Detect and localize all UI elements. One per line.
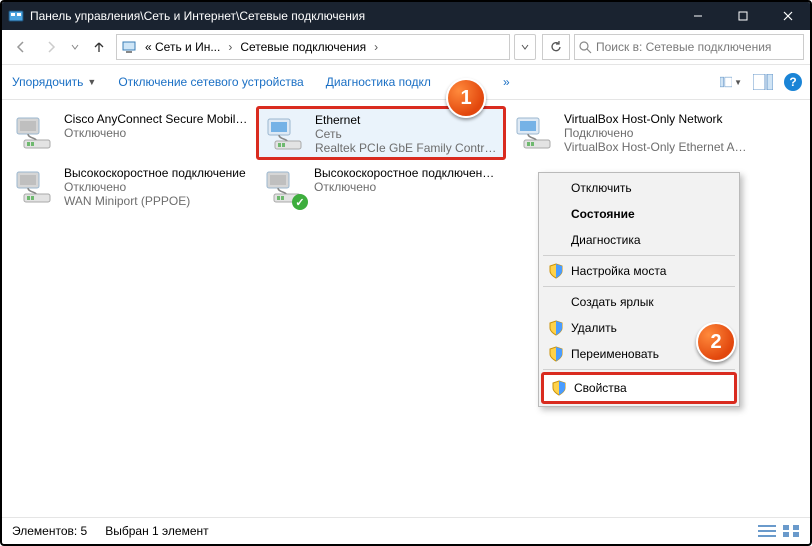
connection-status: Подключено bbox=[564, 126, 748, 140]
connection-item[interactable]: ✓ Высокоскоростное подключение 2Отключено bbox=[256, 160, 506, 214]
connection-status: Отключено bbox=[64, 126, 248, 140]
callout-1: 1 bbox=[446, 78, 486, 118]
menu-separator bbox=[543, 255, 735, 256]
item-count: Элементов: 5 bbox=[12, 524, 87, 538]
chevron-right-icon: › bbox=[372, 40, 380, 54]
chevron-right-icon: › bbox=[226, 40, 234, 54]
window: Панель управления\Сеть и Интернет\Сетевы… bbox=[0, 0, 812, 546]
details-view-icon[interactable] bbox=[758, 524, 776, 538]
breadcrumb-item[interactable]: « Сеть и Ин... bbox=[141, 38, 224, 56]
check-icon: ✓ bbox=[292, 194, 308, 210]
connection-device: Realtek PCIe GbE Family Controller bbox=[315, 141, 497, 155]
icons-view-icon[interactable] bbox=[782, 524, 800, 538]
titlebar: Панель управления\Сеть и Интернет\Сетевы… bbox=[2, 2, 810, 30]
view-controls: ▼ ? bbox=[720, 71, 802, 93]
shield-icon bbox=[551, 380, 567, 396]
view-layout-button[interactable]: ▼ bbox=[720, 71, 742, 93]
menu-separator bbox=[543, 286, 735, 287]
menu-separator bbox=[543, 369, 735, 370]
more-commands[interactable]: » bbox=[501, 71, 512, 93]
network-adapter-icon bbox=[14, 166, 56, 208]
shield-icon bbox=[548, 346, 564, 362]
diagnose-button[interactable]: Диагностика подкл bbox=[324, 71, 433, 93]
connection-status: Отключено bbox=[314, 180, 498, 194]
breadcrumb-item[interactable]: Сетевые подключения bbox=[236, 38, 370, 56]
menu-create-shortcut[interactable]: Создать ярлык bbox=[541, 289, 737, 315]
connection-device: WAN Miniport (PPPOE) bbox=[64, 194, 246, 208]
status-bar: Элементов: 5 Выбран 1 элемент bbox=[2, 517, 810, 544]
menu-status[interactable]: Состояние bbox=[541, 201, 737, 227]
menu-diagnostics[interactable]: Диагностика bbox=[541, 227, 737, 253]
callout-2: 2 bbox=[696, 322, 736, 362]
network-adapter-icon bbox=[265, 113, 307, 155]
forward-button[interactable] bbox=[38, 34, 64, 60]
breadcrumb[interactable]: « Сеть и Ин... › Сетевые подключения › bbox=[116, 34, 510, 60]
connection-item[interactable]: Высокоскоростное подключениеОтключеноWAN… bbox=[6, 160, 256, 214]
address-bar: « Сеть и Ин... › Сетевые подключения › П… bbox=[2, 30, 810, 65]
selection-count: Выбран 1 элемент bbox=[105, 524, 208, 538]
menu-bridge[interactable]: Настройка моста bbox=[541, 258, 737, 284]
organize-menu[interactable]: Упорядочить▼ bbox=[10, 71, 98, 93]
window-buttons bbox=[675, 2, 810, 30]
search-input[interactable]: Поиск в: Сетевые подключения bbox=[574, 34, 804, 60]
connection-name: VirtualBox Host-Only Network bbox=[564, 112, 748, 126]
refresh-button[interactable] bbox=[542, 34, 570, 60]
search-placeholder: Поиск в: Сетевые подключения bbox=[596, 40, 771, 54]
connection-item[interactable]: Cisco AnyConnect Secure Mobility Client … bbox=[6, 106, 256, 160]
window-title: Панель управления\Сеть и Интернет\Сетевы… bbox=[30, 9, 675, 23]
help-button[interactable]: ? bbox=[784, 73, 802, 91]
connection-status: Отключено bbox=[64, 180, 246, 194]
connection-name: Высокоскоростное подключение 2 bbox=[314, 166, 498, 180]
disable-device-button[interactable]: Отключение сетевого устройства bbox=[116, 71, 305, 93]
breadcrumb-dropdown[interactable] bbox=[514, 34, 536, 60]
history-dropdown[interactable] bbox=[68, 34, 82, 60]
shield-icon bbox=[548, 263, 564, 279]
up-button[interactable] bbox=[86, 34, 112, 60]
close-button[interactable] bbox=[765, 2, 810, 30]
network-adapter-icon: ✓ bbox=[264, 166, 306, 208]
connection-device: VirtualBox Host-Only Ethernet Ad... bbox=[564, 140, 748, 154]
connection-status: Сеть bbox=[315, 127, 497, 141]
shield-icon bbox=[548, 320, 564, 336]
preview-pane-button[interactable] bbox=[752, 71, 774, 93]
search-icon bbox=[579, 41, 592, 54]
context-menu: Отключить Состояние Диагностика Настройк… bbox=[538, 172, 740, 407]
menu-properties[interactable]: Свойства bbox=[541, 372, 737, 404]
control-panel-icon bbox=[8, 8, 24, 24]
network-icon bbox=[121, 39, 137, 55]
back-button[interactable] bbox=[8, 34, 34, 60]
connection-name: Cisco AnyConnect Secure Mobility Client … bbox=[64, 112, 248, 126]
minimize-button[interactable] bbox=[675, 2, 720, 30]
network-adapter-icon bbox=[514, 112, 556, 154]
maximize-button[interactable] bbox=[720, 2, 765, 30]
network-adapter-icon bbox=[14, 112, 56, 154]
connection-item[interactable]: VirtualBox Host-Only NetworkПодключеноVi… bbox=[506, 106, 756, 160]
connection-name: Высокоскоростное подключение bbox=[64, 166, 246, 180]
command-bar: Упорядочить▼ Отключение сетевого устройс… bbox=[2, 65, 810, 100]
menu-disconnect[interactable]: Отключить bbox=[541, 175, 737, 201]
